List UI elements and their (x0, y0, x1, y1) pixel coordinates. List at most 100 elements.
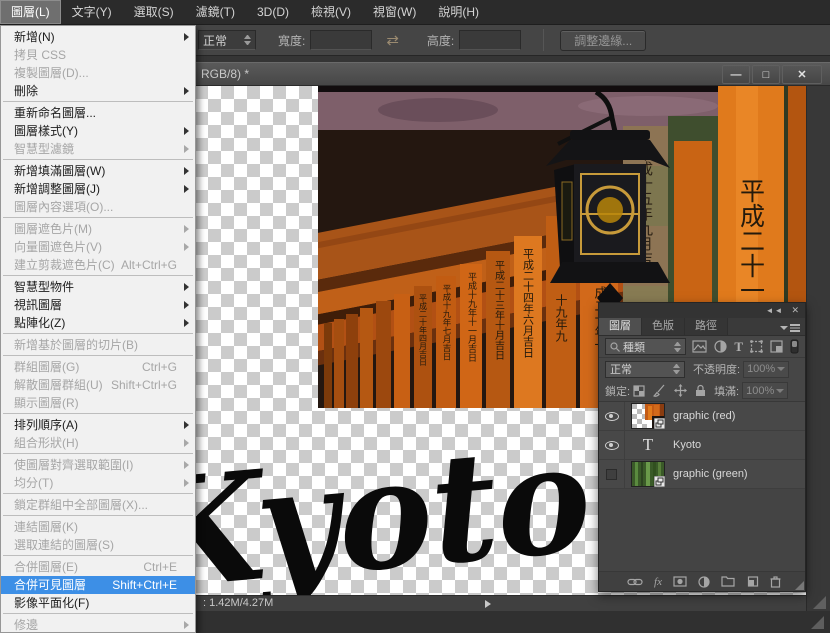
visibility-cell[interactable] (599, 431, 625, 459)
layer-style-fx-icon[interactable]: fx (654, 576, 662, 588)
menu-item-new-layer-based-slice[interactable]: 新增基於圖層的切片(B) (1, 336, 195, 354)
menu-item-smart-objects[interactable]: 智慧型物件 (1, 278, 195, 296)
window-resize-grip-icon[interactable] (811, 616, 824, 629)
menu-item-delete[interactable]: 刪除 (1, 82, 195, 100)
fill-value: 100% (746, 384, 775, 397)
height-input[interactable] (459, 30, 522, 50)
panel-resize-grip-icon[interactable] (795, 581, 804, 590)
visibility-cell[interactable] (599, 402, 625, 430)
menubar-item-3d[interactable]: 3D(D) (246, 0, 300, 24)
link-layers-icon[interactable] (627, 577, 643, 587)
delete-layer-trash-icon[interactable] (770, 575, 781, 588)
menubar-item-filter[interactable]: 濾鏡(T) (185, 0, 246, 24)
menu-item-distribute[interactable]: 均分(T) (1, 474, 195, 492)
menubar-item-window[interactable]: 視窗(W) (362, 0, 427, 24)
menu-item-lock-all-layers-in-group[interactable]: 鎖定群組中全部圖層(X)... (1, 496, 195, 514)
visibility-cell[interactable] (599, 460, 625, 488)
add-adjustment-layer-icon[interactable] (698, 575, 710, 588)
tab-paths[interactable]: 路徑 (685, 318, 728, 335)
options-blend-select[interactable]: 正常 (198, 30, 256, 50)
lock-paint-brush-icon[interactable] (653, 384, 666, 397)
fill-value-box[interactable]: 100% (742, 382, 789, 399)
menu-item-matting[interactable]: 修邊 (1, 616, 195, 632)
menu-item-layer-content-options[interactable]: 圖層內容選項(O)... (1, 198, 195, 216)
add-layer-mask-icon[interactable] (673, 576, 687, 587)
tab-layers[interactable]: 圖層 (599, 318, 642, 335)
filter-smart-objects-icon[interactable] (770, 340, 783, 353)
opacity-value: 100% (747, 363, 776, 375)
menubar-item-help[interactable]: 說明(H) (427, 0, 490, 24)
layer-thumbnail[interactable] (631, 461, 665, 487)
menu-item-layer-style[interactable]: 圖層樣式(Y) (1, 122, 195, 140)
type-layer-icon[interactable]: T (631, 435, 665, 455)
menu-item-new-adjustment-layer[interactable]: 新增調整圖層(J) (1, 180, 195, 198)
layer-row-graphic-green[interactable]: graphic (green) (599, 460, 805, 489)
menu-item-align-layers-to-selection[interactable]: 使圖層對齊選取範圍(I) (1, 456, 195, 474)
filter-type-select[interactable]: 種類 (605, 338, 687, 355)
menu-item-merge-layers[interactable]: 合併圖層(E) Ctrl+E (1, 558, 195, 576)
menu-item-flatten-image[interactable]: 影像平面化(F) (1, 594, 195, 612)
layer-row-graphic-red[interactable]: graphic (red) (599, 402, 805, 431)
menu-item-rename-layer[interactable]: 重新命名圖層... (1, 104, 195, 122)
new-layer-icon[interactable] (746, 575, 759, 588)
menu-item-select-linked-layers[interactable]: 選取連結的圖層(S) (1, 536, 195, 554)
close-button[interactable]: ✕ (782, 65, 822, 84)
lock-transparency-icon[interactable] (633, 384, 645, 397)
filter-shape-layers-icon[interactable] (750, 340, 763, 353)
new-group-folder-icon[interactable] (721, 576, 735, 587)
menu-item-ungroup-layers[interactable]: 解散圖層群組(U) Shift+Ctrl+G (1, 376, 195, 394)
menu-separator (3, 515, 193, 516)
layer-row-kyoto[interactable]: T Kyoto (599, 431, 805, 460)
swap-dimensions-icon[interactable]: ⇄ (386, 31, 399, 49)
lock-move-icon[interactable] (674, 384, 688, 397)
menubar-item-type[interactable]: 文字(Y) (61, 0, 123, 24)
menu-item-rasterize[interactable]: 點陣化(Z) (1, 314, 195, 332)
panel-menu-icon[interactable] (780, 324, 800, 332)
tab-channels[interactable]: 色版 (642, 318, 685, 335)
menu-item-new-fill-layer[interactable]: 新增填滿圖層(W) (1, 162, 195, 180)
opacity-label: 不透明度: (693, 364, 741, 376)
submenu-arrow-icon (184, 145, 189, 153)
minimize-button[interactable]: — (722, 65, 750, 84)
menu-item-create-clipping-mask[interactable]: 建立剪裁遮色片(C) Alt+Ctrl+G (1, 256, 195, 274)
menubar-item-layer[interactable]: 圖層(L) (0, 0, 61, 24)
menu-item-new[interactable]: 新增(N) (1, 28, 195, 46)
smart-object-badge-icon (654, 418, 665, 429)
resize-grip-icon[interactable] (813, 596, 826, 609)
opacity-value-box[interactable]: 100% (743, 360, 790, 378)
menu-item-show-layers[interactable]: 顯示圖層(R) (1, 394, 195, 412)
document-title: RGB/8) * (201, 67, 250, 81)
menu-item-duplicate-layer[interactable]: 複製圖層(D)... (1, 64, 195, 82)
width-input[interactable] (310, 30, 373, 50)
layer-thumbnail[interactable] (631, 403, 665, 429)
menu-item-video-layers[interactable]: 視訊圖層 (1, 296, 195, 314)
maximize-button[interactable]: □ (752, 65, 780, 84)
filter-adjustment-layers-icon[interactable] (714, 340, 727, 353)
submenu-arrow-icon (184, 439, 189, 447)
status-expand-icon[interactable] (485, 600, 491, 608)
blend-mode-value: 正常 (610, 364, 632, 376)
blend-mode-select[interactable]: 正常 (605, 360, 685, 378)
menubar-item-select[interactable]: 選取(S) (123, 0, 185, 24)
menu-item-layer-mask[interactable]: 圖層遮色片(M) (1, 220, 195, 238)
refine-edge-button[interactable]: 調整邊緣... (560, 29, 647, 51)
submenu-arrow-icon (184, 243, 189, 251)
filter-pixel-layers-icon[interactable] (692, 340, 707, 353)
menu-item-copy-css[interactable]: 拷貝 CSS (1, 46, 195, 64)
menu-item-arrange[interactable]: 排列順序(A) (1, 416, 195, 434)
menu-separator (3, 413, 193, 414)
eye-icon (604, 440, 619, 450)
menu-item-vector-mask[interactable]: 向量圖遮色片(V) (1, 238, 195, 256)
menu-item-group-layers[interactable]: 群組圖層(G) Ctrl+G (1, 358, 195, 376)
menu-item-combine-shapes[interactable]: 組合形狀(H) (1, 434, 195, 452)
collapse-panel-icon[interactable]: ◄◄ (766, 306, 784, 315)
submenu-arrow-icon (184, 479, 189, 487)
menu-item-merge-visible[interactable]: 合併可見圖層 Shift+Ctrl+E (1, 576, 195, 594)
menubar-item-view[interactable]: 檢視(V) (300, 0, 362, 24)
menu-item-smart-filter[interactable]: 智慧型濾鏡 (1, 140, 195, 158)
lock-all-icon[interactable] (695, 384, 706, 397)
close-panel-icon[interactable]: ✕ (791, 305, 800, 316)
filter-type-layers-icon[interactable]: T (734, 339, 743, 355)
menu-item-link-layers[interactable]: 連結圖層(K) (1, 518, 195, 536)
filter-toggle-switch[interactable] (790, 339, 799, 354)
